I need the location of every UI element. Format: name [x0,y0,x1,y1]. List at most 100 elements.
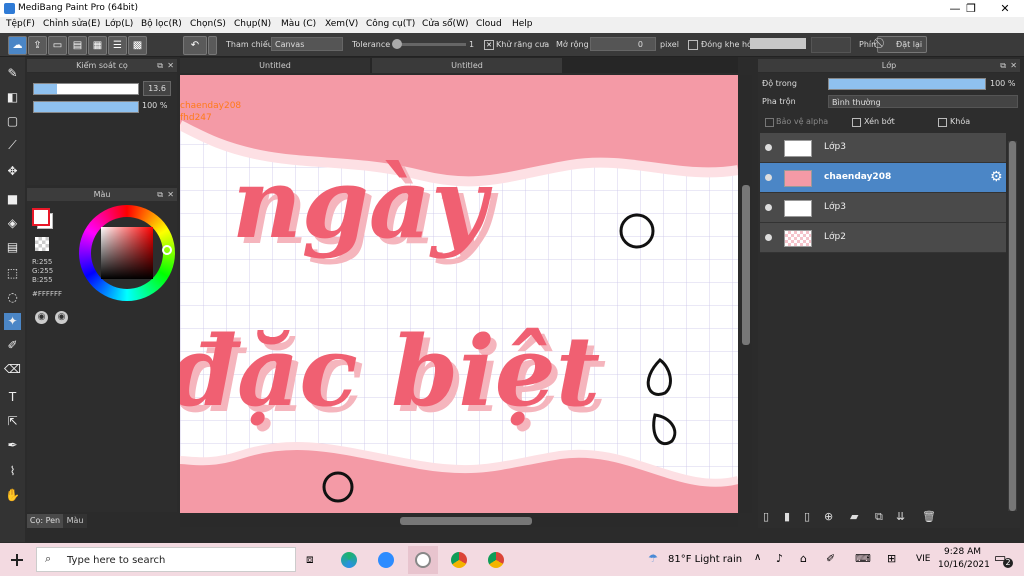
popout-icon[interactable]: ⧉ [1000,59,1006,72]
menu-color[interactable]: Màu (C) [281,19,316,29]
brush-opacity-slider[interactable] [33,101,139,113]
select-eraser-tool-icon[interactable]: ⌫ [4,361,21,378]
visibility-icon[interactable] [765,174,772,181]
close-panel-icon[interactable]: ✕ [1010,59,1017,72]
menu-cloud[interactable]: Cloud [476,19,502,29]
tolerance-slider[interactable] [392,39,466,49]
doc-icon[interactable]: ▦ [88,36,107,55]
duplicate-layer-icon[interactable]: ⧉ [875,510,883,524]
menu-window[interactable]: Cửa sổ(W) [422,19,468,29]
layer-scrollbar[interactable] [1008,141,1017,511]
horizontal-scroll-thumb[interactable] [400,517,532,525]
protect-alpha-checkbox[interactable] [765,118,774,127]
chrome-icon[interactable] [488,552,504,568]
new-1bit-layer-icon[interactable]: ▯ [804,510,810,523]
new-halftone-layer-icon[interactable]: ▮ [784,510,790,523]
eraser-tool-icon[interactable]: ◧ [4,89,21,106]
popout-icon[interactable]: ⧉ [157,188,163,201]
language-indicator[interactable]: VIE [916,554,931,564]
trash-icon[interactable]: 🗑 [922,510,936,523]
layer-row[interactable]: Lớp2 [760,223,1006,253]
palette-add-icon[interactable]: ◉ [55,311,68,324]
brush-tool-icon[interactable]: ✎ [4,65,21,82]
share-icon[interactable]: ⇪ [28,36,47,55]
gradient-tool-icon[interactable]: ▤ [4,239,21,256]
clock-date[interactable]: 10/16/2021 [938,560,990,570]
task-view-icon[interactable]: ⧈ [306,552,314,567]
speaker-icon[interactable]: ♪ [776,552,783,565]
gap-close-slider[interactable] [750,38,806,49]
menu-layer[interactable]: Lớp(L) [105,19,133,29]
select-rect-tool-icon[interactable]: ⬚ [4,265,21,282]
palette-icon[interactable]: ◉ [35,311,48,324]
transparent-swatch[interactable] [35,237,49,251]
visibility-icon[interactable] [765,234,772,241]
close-panel-icon[interactable]: ✕ [167,59,174,72]
menu-view[interactable]: Xem(V) [325,19,358,29]
input-icon[interactable]: ⊞ [887,552,896,565]
clipping-checkbox[interactable] [852,118,861,127]
close-button[interactable]: ✕ [988,0,1022,17]
magic-wand-tool-icon[interactable]: ✦ [4,313,21,330]
text-tool-icon[interactable]: T [4,389,21,406]
cloud-icon[interactable]: ☁ [8,36,27,55]
undo-icon[interactable]: ↶ [183,36,207,55]
network-icon[interactable]: ⌂ [800,552,807,565]
lasso-tool-icon[interactable]: ◌ [4,289,21,306]
dropper-tool-icon[interactable]: ✒ [4,437,21,454]
search-box[interactable]: ⌕ Type here to search [36,547,296,572]
brush-size-value[interactable]: 13.6 [143,81,171,96]
move-tool-icon[interactable]: ✥ [4,163,21,180]
menu-filter[interactable]: Bộ lọc(R) [141,19,182,29]
hue-handle[interactable] [162,245,172,255]
tab-brush[interactable]: Cọ: Pen [27,514,63,528]
new-layer-icon[interactable]: ▯ [763,510,769,523]
tab-color[interactable]: Màu [63,514,87,528]
zoom-icon[interactable] [378,552,394,568]
menu-edit[interactable]: Chỉnh sửa(E) [43,19,100,29]
expand-input[interactable]: 0 [590,37,656,51]
lock-checkbox[interactable] [938,118,947,127]
shape-tool-icon[interactable]: ■ [4,191,21,208]
rect-tool-icon[interactable]: ▢ [4,113,21,130]
visibility-icon[interactable] [765,204,772,211]
windows-icon[interactable] [11,554,23,566]
antialias-checkbox[interactable]: ✕ [484,40,494,50]
blend-select[interactable]: Bình thường [828,95,1018,108]
operation-tool-icon[interactable]: ⇱ [4,413,21,430]
canvas-tab[interactable]: Untitled [180,58,370,73]
gear-icon[interactable]: ⚙ [990,169,1003,185]
reference-select[interactable]: Canvas [271,37,343,51]
maximize-button[interactable]: ❐ [954,0,988,17]
tolerance-slider-handle[interactable] [392,39,402,49]
keyboard-icon[interactable]: ⌨ [855,552,871,565]
weather-text[interactable]: 81°F Light rain [668,554,742,565]
layer-row[interactable]: Lớp3 [760,133,1006,163]
folder-icon[interactable]: ▰ [850,510,858,523]
saturation-square[interactable] [101,227,153,279]
menu-select[interactable]: Chọn(S) [190,19,226,29]
menu-tools[interactable]: Công cụ(T) [366,19,415,29]
chat-icon[interactable]: ▤ [68,36,87,55]
line-tool-icon[interactable]: ⟋ [4,137,21,154]
bucket-tool-icon[interactable]: ◈ [4,215,21,232]
layer-opacity-slider[interactable] [828,78,986,90]
visibility-icon[interactable] [765,144,772,151]
edge-icon[interactable] [341,552,357,568]
canvas-tab[interactable]: Untitled [372,58,562,73]
medibang-taskbar-button[interactable] [408,546,438,574]
chrome-icon[interactable] [451,552,467,568]
menu-snap[interactable]: Chụp(N) [234,19,271,29]
vertical-scroll-thumb[interactable] [742,185,750,345]
chevron-up-icon[interactable]: ∧ [754,552,761,563]
list-icon[interactable]: ☰ [108,36,127,55]
hue-wheel[interactable] [79,205,175,301]
gap-close-checkbox[interactable] [688,40,698,50]
menu-file[interactable]: Tệp(F) [6,19,35,29]
redo-icon[interactable] [208,36,217,55]
vertical-scrollbar[interactable] [740,75,752,513]
horizontal-scrollbar[interactable] [180,515,738,527]
reset-button[interactable]: ⃠ Đặt lại [877,36,927,53]
foreground-color-swatch[interactable] [32,208,50,226]
popout-icon[interactable]: ⧉ [157,59,163,72]
